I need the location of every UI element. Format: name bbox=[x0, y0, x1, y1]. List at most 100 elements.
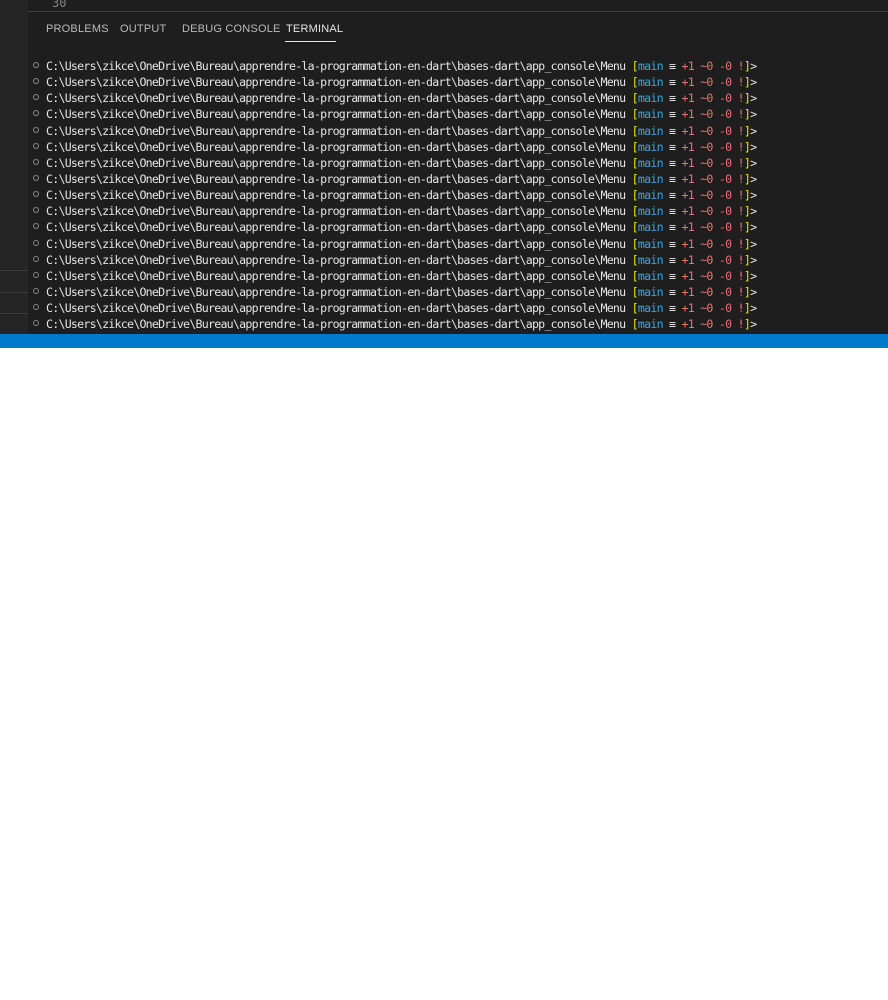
prompt-suffix: > bbox=[750, 252, 757, 267]
prompt-suffix: > bbox=[750, 155, 757, 170]
prompt-added: +1 bbox=[681, 75, 695, 90]
prompt-deleted: -0 bbox=[718, 220, 732, 235]
prompt-suffix: > bbox=[750, 91, 757, 106]
editor-area[interactable]: 30 bbox=[28, 0, 888, 12]
prompt-path: C:\Users\zikce\OneDrive\Bureau\apprendre… bbox=[46, 252, 626, 267]
active-tab-indicator bbox=[285, 41, 336, 42]
prompt-branch: main bbox=[637, 188, 664, 203]
terminal-line: C:\Users\zikce\OneDrive\Bureau\apprendre… bbox=[28, 106, 888, 122]
terminal-prompt: C:\Users\zikce\OneDrive\Bureau\apprendre… bbox=[46, 155, 757, 171]
prompt-modified: ~0 bbox=[700, 91, 713, 106]
prompt-branch: main bbox=[637, 220, 664, 235]
prompt-modified: ~0 bbox=[700, 204, 713, 219]
prompt-added: +1 bbox=[681, 188, 695, 203]
terminal-line: C:\Users\zikce\OneDrive\Bureau\apprendre… bbox=[28, 90, 888, 106]
terminal-line: C:\Users\zikce\OneDrive\Bureau\apprendre… bbox=[28, 284, 888, 300]
terminal-prompt: C:\Users\zikce\OneDrive\Bureau\apprendre… bbox=[46, 219, 757, 235]
prompt-branch: main bbox=[637, 252, 664, 267]
command-decoration-icon[interactable] bbox=[33, 255, 39, 262]
prompt-modified: ~0 bbox=[700, 317, 713, 332]
prompt-added: +1 bbox=[681, 268, 695, 283]
command-decoration-icon[interactable] bbox=[33, 207, 39, 214]
command-decoration-icon[interactable] bbox=[33, 320, 39, 327]
prompt-branch: main bbox=[637, 317, 664, 332]
prompt-deleted: -0 bbox=[718, 123, 732, 138]
command-decoration-icon[interactable] bbox=[33, 191, 39, 198]
tab-output[interactable]: OUTPUT bbox=[120, 23, 166, 35]
command-decoration-icon[interactable] bbox=[33, 142, 39, 149]
prompt-deleted: -0 bbox=[718, 284, 732, 299]
prompt-path: C:\Users\zikce\OneDrive\Bureau\apprendre… bbox=[46, 139, 626, 154]
terminal-prompt: C:\Users\zikce\OneDrive\Bureau\apprendre… bbox=[46, 74, 757, 90]
terminal-line: C:\Users\zikce\OneDrive\Bureau\apprendre… bbox=[28, 58, 888, 74]
prompt-deleted: -0 bbox=[718, 268, 732, 283]
prompt-added: +1 bbox=[681, 317, 695, 332]
activity-divider bbox=[0, 313, 28, 314]
command-decoration-icon[interactable] bbox=[33, 78, 39, 85]
command-decoration-icon[interactable] bbox=[33, 110, 39, 117]
prompt-path: C:\Users\zikce\OneDrive\Bureau\apprendre… bbox=[46, 75, 626, 90]
terminal-line: C:\Users\zikce\OneDrive\Bureau\apprendre… bbox=[28, 268, 888, 284]
terminal-prompt: C:\Users\zikce\OneDrive\Bureau\apprendre… bbox=[46, 106, 757, 122]
prompt-deleted: -0 bbox=[718, 301, 732, 316]
command-decoration-icon[interactable] bbox=[33, 287, 39, 294]
command-decoration-icon[interactable] bbox=[33, 174, 39, 181]
prompt-deleted: -0 bbox=[718, 91, 732, 106]
prompt-path: C:\Users\zikce\OneDrive\Bureau\apprendre… bbox=[46, 317, 626, 332]
prompt-added: +1 bbox=[681, 252, 695, 267]
prompt-branch: main bbox=[637, 139, 664, 154]
prompt-path: C:\Users\zikce\OneDrive\Bureau\apprendre… bbox=[46, 301, 626, 316]
prompt-modified: ~0 bbox=[700, 107, 713, 122]
blank-area bbox=[0, 348, 888, 1000]
command-decoration-icon[interactable] bbox=[33, 271, 39, 278]
prompt-branch: main bbox=[637, 123, 664, 138]
prompt-branch: main bbox=[637, 107, 664, 122]
prompt-deleted: -0 bbox=[718, 252, 732, 267]
command-decoration-icon[interactable] bbox=[33, 62, 39, 68]
prompt-modified: ~0 bbox=[700, 123, 713, 138]
terminal-line: C:\Users\zikce\OneDrive\Bureau\apprendre… bbox=[28, 155, 888, 171]
terminal-line: C:\Users\zikce\OneDrive\Bureau\apprendre… bbox=[28, 236, 888, 252]
prompt-added: +1 bbox=[681, 301, 695, 316]
terminal-output[interactable]: C:\Users\zikce\OneDrive\Bureau\apprendre… bbox=[28, 58, 888, 332]
terminal-prompt: C:\Users\zikce\OneDrive\Bureau\apprendre… bbox=[46, 236, 757, 252]
prompt-deleted: -0 bbox=[718, 236, 732, 251]
prompt-modified: ~0 bbox=[700, 155, 713, 170]
prompt-modified: ~0 bbox=[700, 284, 713, 299]
command-decoration-icon[interactable] bbox=[33, 158, 39, 165]
terminal-prompt: C:\Users\zikce\OneDrive\Bureau\apprendre… bbox=[46, 171, 757, 187]
prompt-added: +1 bbox=[681, 107, 695, 122]
prompt-deleted: -0 bbox=[718, 107, 732, 122]
command-decoration-icon[interactable] bbox=[33, 94, 39, 101]
prompt-deleted: -0 bbox=[718, 171, 732, 186]
tab-problems[interactable]: PROBLEMS bbox=[46, 23, 109, 35]
prompt-suffix: > bbox=[750, 75, 757, 90]
prompt-modified: ~0 bbox=[700, 59, 713, 73]
panel-tabs: PROBLEMS OUTPUT DEBUG CONSOLE TERMINAL bbox=[28, 12, 888, 44]
terminal-line: C:\Users\zikce\OneDrive\Bureau\apprendre… bbox=[28, 74, 888, 90]
prompt-deleted: -0 bbox=[718, 155, 732, 170]
tab-terminal[interactable]: TERMINAL bbox=[286, 23, 343, 35]
prompt-suffix: > bbox=[750, 236, 757, 251]
command-decoration-icon[interactable] bbox=[33, 223, 39, 230]
terminal-prompt: C:\Users\zikce\OneDrive\Bureau\apprendre… bbox=[46, 284, 757, 300]
prompt-deleted: -0 bbox=[718, 59, 732, 73]
status-bar[interactable] bbox=[0, 334, 888, 348]
command-decoration-icon[interactable] bbox=[33, 239, 39, 246]
terminal-prompt: C:\Users\zikce\OneDrive\Bureau\apprendre… bbox=[46, 139, 757, 155]
prompt-modified: ~0 bbox=[700, 301, 713, 316]
prompt-added: +1 bbox=[681, 91, 695, 106]
prompt-added: +1 bbox=[681, 139, 695, 154]
terminal-line: C:\Users\zikce\OneDrive\Bureau\apprendre… bbox=[28, 252, 888, 268]
terminal-prompt: C:\Users\zikce\OneDrive\Bureau\apprendre… bbox=[46, 300, 757, 316]
prompt-suffix: > bbox=[750, 171, 757, 186]
command-decoration-icon[interactable] bbox=[33, 304, 39, 311]
prompt-modified: ~0 bbox=[700, 171, 713, 186]
prompt-modified: ~0 bbox=[700, 75, 713, 90]
terminal-line: C:\Users\zikce\OneDrive\Bureau\apprendre… bbox=[28, 123, 888, 139]
prompt-path: C:\Users\zikce\OneDrive\Bureau\apprendre… bbox=[46, 59, 626, 73]
command-decoration-icon[interactable] bbox=[33, 126, 39, 133]
prompt-modified: ~0 bbox=[700, 139, 713, 154]
tab-debug-console[interactable]: DEBUG CONSOLE bbox=[182, 23, 281, 35]
prompt-branch: main bbox=[637, 155, 664, 170]
